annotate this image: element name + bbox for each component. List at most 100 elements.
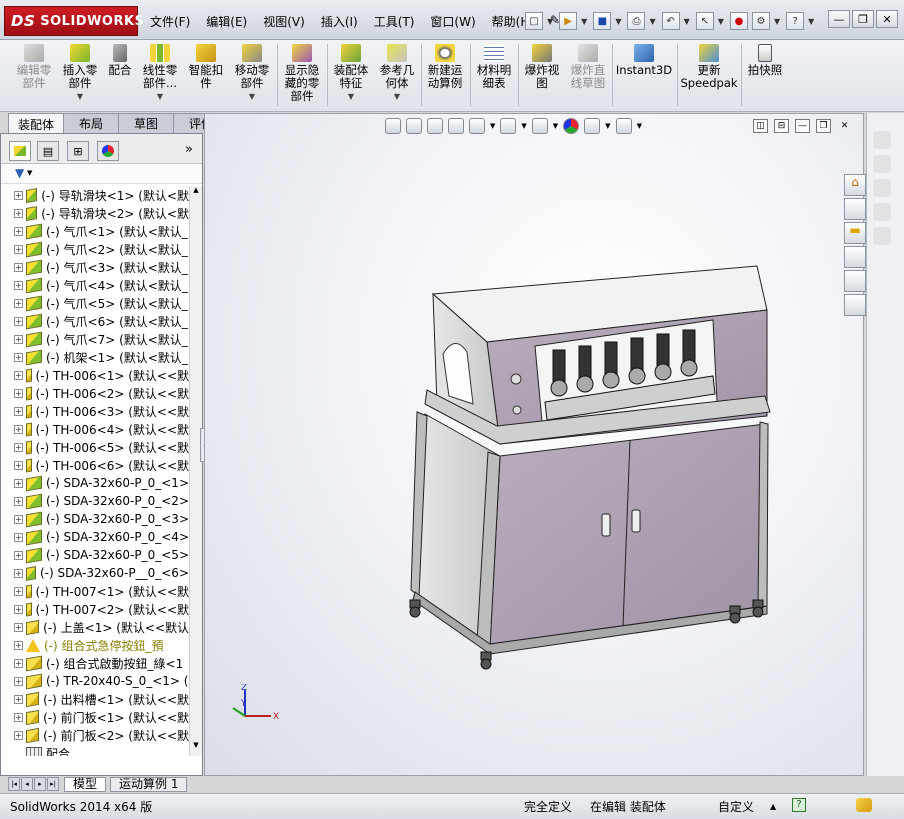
configurationmanager-tab-icon[interactable]: ⊞ — [67, 141, 89, 161]
tree-item[interactable]: + (-) 气爪<6> (默认<默认_ — [1, 312, 189, 330]
show-hidden-components-button[interactable]: 显示隐 藏的零 部件 — [280, 44, 324, 103]
tree-item[interactable]: + (-) SDA-32x60-P__0_<6> — [1, 564, 189, 582]
tree-item[interactable]: + (-) SDA-32x60-P_0_<5> — [1, 546, 189, 564]
new-motion-study-button[interactable]: 新建运 动算例 — [423, 44, 467, 90]
insert-component-button[interactable]: 插入零 部件 ▼ — [58, 44, 102, 103]
tree-expand-icon[interactable]: + — [14, 298, 23, 308]
tag-icon[interactable] — [856, 798, 872, 812]
tree-expand-icon[interactable]: + — [14, 658, 23, 668]
tree-expand-icon[interactable]: + — [14, 262, 23, 272]
tree-expand-icon[interactable]: + — [14, 226, 23, 236]
save-icon[interactable]: ■ — [593, 12, 612, 30]
tree-item[interactable]: + (-) 前门板<2> (默认<<默 — [1, 726, 189, 744]
design-library-icon[interactable] — [844, 198, 866, 220]
select-dropdown-icon[interactable]: ▼ — [718, 17, 724, 26]
move-component-button[interactable]: 移动零 部件 ▼ — [230, 44, 274, 103]
tree-expand-icon[interactable]: + — [14, 280, 23, 290]
tree-expand-icon[interactable]: + — [14, 676, 23, 686]
tree-item[interactable]: + (-) 前门板<1> (默认<<默 — [1, 708, 189, 726]
save-dropdown-icon[interactable]: ▼ — [615, 17, 621, 26]
instant3d-button[interactable]: Instant3D — [614, 44, 674, 77]
tree-item[interactable]: + (-) TH-006<5> (默认<<默 — [1, 438, 189, 456]
insert-dropdown-icon[interactable]: ▼ — [77, 90, 83, 103]
tree-expand-icon[interactable]: + — [14, 478, 23, 488]
displaymanager-tab-icon[interactable] — [97, 141, 119, 161]
help-status-icon[interactable]: ? — [792, 798, 806, 812]
expand-panel-chevron-icon[interactable]: » — [185, 142, 193, 157]
tree-item[interactable]: + (-) TH-006<4> (默认<<默 — [1, 420, 189, 438]
tab-layout[interactable]: 布局 — [63, 113, 119, 133]
tree-item[interactable]: + (-) 气爪<7> (默认<默认_ — [1, 330, 189, 348]
tree-expand-icon[interactable]: + — [14, 694, 23, 704]
reference-geometry-dropdown-icon[interactable]: ▼ — [394, 90, 400, 103]
machine-3d-model[interactable] — [205, 114, 864, 776]
pattern-dropdown-icon[interactable]: ▼ — [157, 90, 163, 103]
tree-item[interactable]: + (-) 气爪<1> (默认<默认_ — [1, 222, 189, 240]
tree-item[interactable]: + (-) TH-006<6> (默认<<默 — [1, 456, 189, 474]
tree-expand-icon[interactable]: + — [14, 586, 23, 596]
tab-prev-icon[interactable]: ◂ — [21, 777, 33, 791]
filter-funnel-icon[interactable]: ▼ — [15, 166, 24, 180]
tree-item[interactable]: + (-) TH-006<3> (默认<<默 — [1, 402, 189, 420]
tree-expand-icon[interactable]: + — [14, 496, 23, 506]
mate-button[interactable]: 配合 — [104, 44, 136, 77]
tree-expand-icon[interactable]: + — [14, 370, 23, 380]
tab-next-icon[interactable]: ▸ — [34, 777, 46, 791]
options-dropdown-icon[interactable]: ▼ — [774, 17, 780, 26]
tree-item[interactable]: + (-) 气爪<5> (默认<默认_ — [1, 294, 189, 312]
tree-item[interactable]: + (-) 组合式急停按鈕_預 — [1, 636, 189, 654]
tree-expand-icon[interactable]: + — [14, 316, 23, 326]
tree-expand-icon[interactable]: + — [14, 442, 23, 452]
take-snapshot-button[interactable]: 拍快照 — [743, 44, 787, 77]
move-dropdown-icon[interactable]: ▼ — [249, 90, 255, 103]
tree-expand-icon[interactable]: + — [14, 604, 23, 614]
undo-dropdown-icon[interactable]: ▼ — [684, 17, 690, 26]
tab-sketch[interactable]: 草图 — [118, 113, 174, 133]
tab-model[interactable]: 模型 — [64, 776, 107, 792]
home-icon[interactable]: ⌂ — [844, 174, 866, 196]
assembly-features-button[interactable]: 装配体 特征 ▼ — [329, 44, 373, 103]
tree-item[interactable]: + (-) SDA-32x60-P_0_<1> — [1, 474, 189, 492]
tree-expand-icon[interactable]: + — [14, 730, 23, 740]
tree-expand-icon[interactable]: + — [14, 514, 23, 524]
view-palette-icon[interactable] — [844, 246, 866, 268]
tree-item[interactable]: + (-) 导轨滑块<1> (默认<默 — [1, 186, 189, 204]
propertymanager-tab-icon[interactable]: ▤ — [37, 141, 59, 161]
tree-item[interactable]: + (-) TH-006<1> (默认<<默 — [1, 366, 189, 384]
tree-item[interactable]: + (-) SDA-32x60-P_0_<4> — [1, 528, 189, 546]
menu-insert[interactable]: 插入(I) — [313, 10, 366, 32]
appearances-icon[interactable] — [844, 270, 866, 292]
close-icon[interactable]: ✕ — [876, 10, 898, 28]
minimize-icon[interactable]: — — [828, 10, 850, 28]
tab-last-icon[interactable]: ▸| — [47, 777, 59, 791]
open-file-icon[interactable]: ▶ — [559, 12, 578, 30]
tree-item[interactable]: + (-) 导轨滑块<2> (默认<默 — [1, 204, 189, 222]
exploded-view-button[interactable]: 爆炸视图 — [520, 44, 564, 90]
tree-expand-icon[interactable]: + — [14, 424, 23, 434]
unit-system-selector[interactable]: 自定义 — [718, 798, 754, 815]
tree-expand-icon[interactable]: + — [14, 352, 23, 362]
menu-window[interactable]: 窗口(W) — [422, 10, 483, 32]
update-speedpak-button[interactable]: 更新 Speedpak — [679, 44, 739, 90]
bill-of-materials-button[interactable]: 材料明 细表 — [472, 44, 516, 90]
scroll-down-icon[interactable]: ▼ — [191, 741, 201, 753]
tree-expand-icon[interactable]: + — [14, 622, 23, 632]
graphics-area[interactable]: ▼ ▼ ▼ ▼ ▼ ◫ ⊟ — ❐ ✕ Z Y X — [204, 113, 864, 776]
custom-properties-icon[interactable] — [844, 294, 866, 316]
filter-dropdown-icon[interactable]: ▼ — [27, 169, 32, 177]
new-file-icon[interactable]: □ — [525, 12, 543, 30]
assembly-feature-dropdown-icon[interactable]: ▼ — [348, 90, 354, 103]
tree-expand-icon[interactable]: + — [14, 640, 23, 650]
scroll-up-icon[interactable]: ▲ — [191, 186, 201, 198]
linear-pattern-button[interactable]: 线性零 部件... ▼ — [138, 44, 182, 103]
tree-item[interactable]: + (-) SDA-32x60-P_0_<3> — [1, 510, 189, 528]
tree-expand-icon[interactable]: + — [14, 244, 23, 254]
tree-item[interactable]: + (-) 组合式啟動按鈕_綠<1 — [1, 654, 189, 672]
tree-item[interactable]: + (-) 气爪<4> (默认<默认_ — [1, 276, 189, 294]
tree-item[interactable]: + (-) 气爪<3> (默认<默认_ — [1, 258, 189, 276]
print-dropdown-icon[interactable]: ▼ — [649, 17, 655, 26]
undo-icon[interactable]: ↶ — [661, 12, 680, 30]
new-dropdown-icon[interactable]: ▼ — [547, 17, 553, 26]
tree-expand-icon[interactable]: + — [14, 460, 23, 470]
reference-geometry-button[interactable]: 参考几 何体 ▼ — [375, 44, 419, 103]
